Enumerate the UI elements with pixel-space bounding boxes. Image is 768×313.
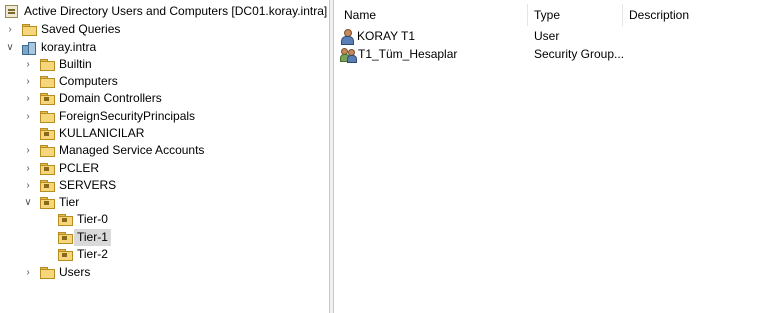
ou-folder-icon: [40, 197, 55, 209]
chevron-right-icon[interactable]: ›: [23, 160, 33, 177]
chevron-down-icon[interactable]: ∨: [5, 39, 15, 56]
row-name: T1_Tüm_Hesaplar: [358, 47, 458, 61]
ou-folder-icon: [40, 128, 55, 140]
tree-item-label: Tier: [59, 195, 80, 209]
chevron-right-icon[interactable]: ›: [23, 90, 33, 107]
folder-icon: [40, 76, 55, 88]
tree-item-label: Users: [59, 265, 91, 279]
folder-icon: [40, 111, 55, 123]
tree-item-label: Saved Queries: [41, 22, 121, 36]
chevron-right-icon[interactable]: ›: [23, 264, 33, 281]
chevron-right-icon[interactable]: ›: [23, 73, 33, 90]
folder-icon: [40, 59, 55, 71]
details-pane: Name Type Description KORAY T1 User T1_T…: [334, 0, 768, 313]
table-row[interactable]: T1_Tüm_Hesaplar Security Group...: [340, 46, 760, 63]
console-root-icon: [5, 5, 18, 18]
ou-folder-icon: [58, 249, 73, 261]
chevron-right-icon[interactable]: ›: [23, 142, 33, 159]
tree-item-label: Computers: [59, 74, 118, 88]
folder-icon: [40, 267, 55, 279]
tree-item-label: koray.intra: [41, 40, 97, 54]
chevron-right-icon[interactable]: ›: [23, 56, 33, 73]
tree-item-label: Tier-1: [74, 229, 111, 246]
tree-item-label: Tier-2: [77, 247, 108, 261]
column-header-name[interactable]: Name: [338, 6, 528, 24]
folder-icon: [22, 24, 37, 36]
group-icon: [340, 47, 357, 63]
column-header-type[interactable]: Type: [528, 6, 623, 24]
table-row[interactable]: KORAY T1 User: [340, 28, 760, 45]
ou-folder-icon: [40, 93, 55, 105]
chevron-down-icon[interactable]: ∨: [23, 194, 33, 211]
chevron-right-icon[interactable]: ›: [23, 108, 33, 125]
console-tree: Active Directory Users and Computers [DC…: [0, 0, 329, 313]
tree-item-label: KULLANICILAR: [59, 126, 145, 140]
tree-item-label: PCLER: [59, 161, 100, 175]
ou-folder-icon: [58, 214, 73, 226]
tree-item-label: Managed Service Accounts: [59, 143, 205, 157]
row-type: Security Group...: [534, 47, 625, 61]
row-name: KORAY T1: [357, 29, 416, 43]
tree-item-label: ForeignSecurityPrincipals: [59, 109, 196, 123]
ou-folder-icon: [40, 180, 55, 192]
row-type: User: [534, 29, 560, 43]
tree-item-label: Domain Controllers: [59, 91, 162, 105]
folder-icon: [40, 145, 55, 157]
tree-item-label: SERVERS: [59, 178, 117, 192]
user-icon: [340, 29, 354, 45]
chevron-right-icon[interactable]: ›: [23, 177, 33, 194]
column-header-description[interactable]: Description: [623, 6, 763, 24]
tree-item-label: Tier-0: [77, 212, 108, 226]
ou-folder-icon: [58, 232, 73, 244]
ou-folder-icon: [40, 163, 55, 175]
tree-item-label: Builtin: [59, 57, 92, 71]
domain-icon: [22, 41, 36, 55]
chevron-right-icon[interactable]: ›: [5, 21, 15, 38]
tree-root-label: Active Directory Users and Computers [DC…: [24, 4, 328, 18]
